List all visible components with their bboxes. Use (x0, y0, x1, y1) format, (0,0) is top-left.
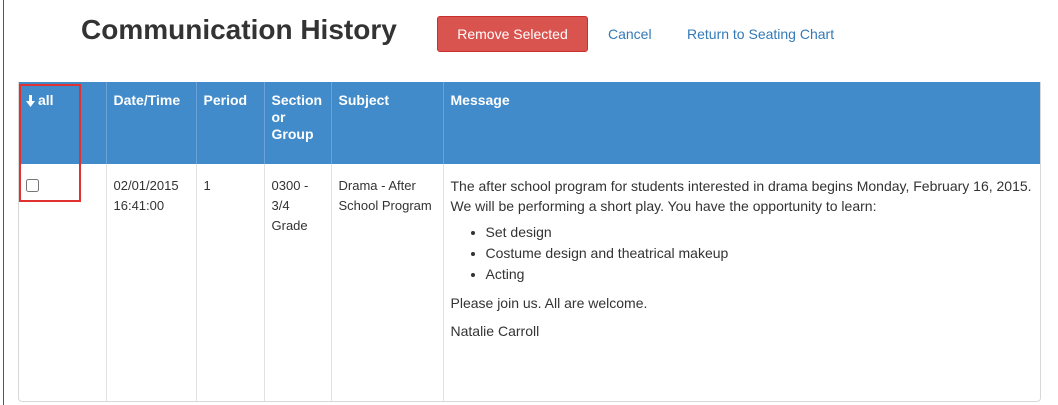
subject-cell: Drama - After School Program (331, 164, 444, 401)
column-header-subject[interactable]: Subject (331, 82, 444, 164)
message-cell: The after school program for students in… (443, 164, 1040, 401)
select-all-header[interactable]: all (19, 82, 107, 164)
section-cell: 0300 - 3/4 Grade (264, 164, 332, 401)
select-all-label[interactable]: all (38, 92, 54, 109)
row-checkbox[interactable] (26, 179, 39, 192)
column-header-message[interactable]: Message (443, 82, 1040, 164)
communication-table-panel: all Date/Time Period Section or Group Su… (18, 82, 1041, 402)
list-item: Set design (486, 222, 1034, 243)
cancel-link[interactable]: Cancel (608, 26, 652, 42)
page-header: Communication History Remove Selected Ca… (0, 0, 1058, 70)
message-signature: Natalie Carroll (450, 323, 540, 339)
table-row: 02/01/2015 16:41:00 1 0300 - 3/4 Grade D… (19, 164, 1040, 401)
message-bullet-list: Set design Costume design and theatrical… (486, 222, 1034, 285)
message-intro: The after school program for students in… (450, 178, 1032, 214)
datetime-cell: 02/01/2015 16:41:00 (106, 164, 197, 401)
page-title: Communication History (81, 14, 397, 45)
message-closing: Please join us. All are welcome. (450, 295, 648, 311)
remove-selected-button[interactable]: Remove Selected (437, 16, 588, 52)
list-item: Costume design and theatrical makeup (486, 243, 1034, 264)
table-header-row: all Date/Time Period Section or Group Su… (19, 82, 1040, 164)
list-item: Acting (486, 264, 1034, 285)
row-select-cell (19, 164, 107, 401)
period-cell: 1 (196, 164, 265, 401)
arrow-down-icon (26, 94, 35, 107)
column-header-datetime[interactable]: Date/Time (106, 82, 197, 164)
column-header-section[interactable]: Section or Group (264, 82, 332, 164)
return-to-seating-chart-link[interactable]: Return to Seating Chart (687, 26, 834, 42)
communication-table: all Date/Time Period Section or Group Su… (19, 82, 1040, 401)
column-header-period[interactable]: Period (196, 82, 265, 164)
